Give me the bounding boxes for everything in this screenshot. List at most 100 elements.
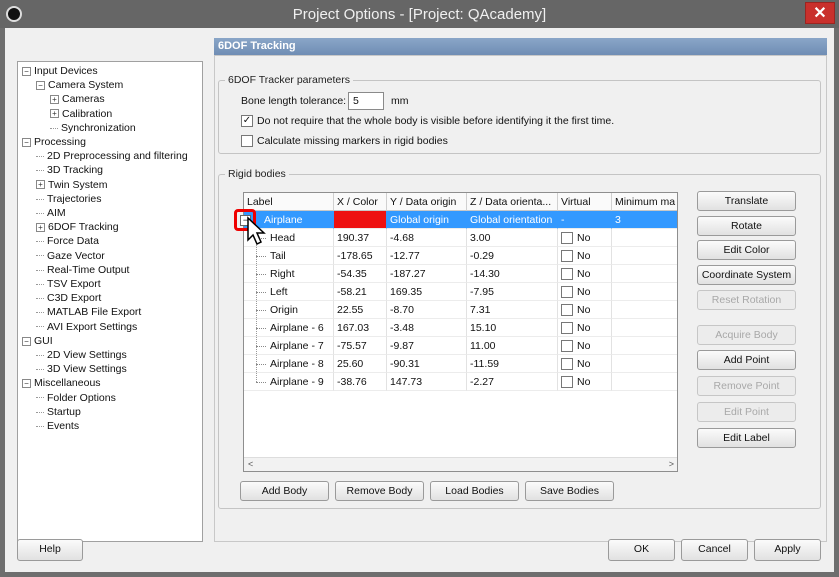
title-bar: Project Options - [Project: QAcademy] ✕ [0,0,839,28]
tree-item-label: C3D Export [47,292,102,305]
table-row[interactable]: Origin 22.55 -8.70 7.31 No [244,301,677,319]
tree-item[interactable]: Force Data [36,234,99,248]
add-body-button[interactable]: Add Body [240,481,329,501]
table-row[interactable]: Head 190.37 -4.68 3.00 No [244,229,677,247]
point-y-cell: -187.27 [387,265,467,283]
col-header-minimum[interactable]: Minimum ma [612,193,677,211]
tree-item[interactable]: 3D View Settings [36,362,127,376]
tree-item[interactable]: Synchronization [50,121,136,135]
virtual-checkbox[interactable] [561,322,573,335]
expand-icon[interactable]: + [50,109,59,119]
collapse-icon[interactable]: − [22,379,31,389]
tree-item[interactable]: − Input Devices [22,64,98,78]
expand-icon[interactable]: + [50,95,59,105]
tree-item[interactable]: + Calibration [50,107,112,121]
virtual-checkbox[interactable] [561,304,573,317]
tree-item[interactable]: +6DOF Tracking [36,220,119,234]
tree-item[interactable]: Gaze Vector [36,249,105,263]
table-row[interactable]: Left -58.21 169.35 -7.95 No [244,283,677,301]
table-row[interactable]: Airplane - 9 -38.76 147.73 -2.27 No [244,373,677,391]
bone-length-input[interactable]: 5 [348,92,384,110]
opt-calc-missing-checkbox[interactable] [241,135,253,147]
virtual-checkbox[interactable] [561,340,573,353]
expand-icon[interactable]: + [36,222,45,232]
collapse-icon[interactable]: − [22,137,31,147]
table-row[interactable]: Airplane - 7 -75.57 -9.87 11.00 No [244,337,677,355]
remove-point-button[interactable]: Remove Point [697,376,796,396]
collapse-icon[interactable]: − [22,336,31,346]
tree-item[interactable]: 2D Preprocessing and filtering [36,149,188,163]
point-x-cell: 167.03 [334,319,387,337]
edit-color-button[interactable]: Edit Color [697,240,796,260]
col-header-virtual[interactable]: Virtual [558,193,612,211]
tree-item[interactable]: − Processing [22,135,86,149]
tree-item[interactable]: − GUI [22,334,53,348]
help-button[interactable]: Help [17,539,83,561]
point-y-cell: -12.77 [387,247,467,265]
tree-item[interactable]: Real-Time Output [36,263,129,277]
point-min-cell [612,229,677,247]
virtual-checkbox[interactable] [561,286,573,299]
tree-item[interactable]: − Camera System [36,78,123,92]
tree-item[interactable]: Trajectories [36,192,101,206]
remove-body-button[interactable]: Remove Body [335,481,424,501]
table-row[interactable]: Right -54.35 -187.27 -14.30 No [244,265,677,283]
translate-button[interactable]: Translate [697,191,796,211]
tree-item[interactable]: AVI Export Settings [36,320,137,334]
horizontal-scrollbar[interactable]: < > [244,457,677,471]
virtual-checkbox[interactable] [561,250,573,263]
scroll-right-icon[interactable]: > [669,459,674,469]
add-point-button[interactable]: Add Point [697,350,796,370]
tree-item[interactable]: + Cameras [50,92,105,106]
table-row-body[interactable]: Airplane Global origin Global orientatio… [244,211,677,229]
virtual-checkbox[interactable] [561,358,573,371]
reset-rotation-button[interactable]: Reset Rotation [697,290,796,310]
project-options-window: Project Options - [Project: QAcademy] ✕ … [0,0,839,577]
mouse-cursor-icon [247,216,266,246]
load-bodies-button[interactable]: Load Bodies [430,481,519,501]
scroll-left-icon[interactable]: < [248,459,253,469]
tree-item[interactable]: Events [36,419,79,433]
acquire-body-button[interactable]: Acquire Body [697,325,796,345]
tree-item[interactable]: + Twin System [36,178,108,192]
rotate-button[interactable]: Rotate [697,216,796,236]
table-row[interactable]: Airplane - 6 167.03 -3.48 15.10 No [244,319,677,337]
tree-item[interactable]: 2D View Settings [36,348,127,362]
save-bodies-button[interactable]: Save Bodies [525,481,614,501]
tree-item[interactable]: Folder Options [36,391,116,405]
tree-item[interactable]: 3D Tracking [36,163,103,177]
tree-item[interactable]: AIM [36,206,66,220]
col-header-x[interactable]: X / Color [334,193,387,211]
edit-point-button[interactable]: Edit Point [697,402,796,422]
virtual-checkbox[interactable] [561,268,573,281]
cancel-button[interactable]: Cancel [681,539,748,561]
options-tree[interactable]: − Input Devices − Camera System + Cameras + Cal… [17,61,203,542]
col-header-z[interactable]: Z / Data orienta... [467,193,558,211]
tree-item[interactable]: − Miscellaneous [22,376,101,390]
tree-item[interactable]: TSV Export [36,277,101,291]
apply-button[interactable]: Apply [754,539,821,561]
opt-not-require-visible-checkbox[interactable]: ✓ [241,115,253,127]
point-virtual-cell: No [558,229,612,247]
collapse-icon[interactable]: − [36,80,45,90]
col-header-y[interactable]: Y / Data origin [387,193,467,211]
point-x-cell: 22.55 [334,301,387,319]
point-virtual-cell: No [558,373,612,391]
table-row[interactable]: Tail -178.65 -12.77 -0.29 No [244,247,677,265]
virtual-value: No [577,232,591,244]
virtual-checkbox[interactable] [561,376,573,389]
close-icon[interactable]: ✕ [805,2,835,24]
collapse-icon[interactable]: − [22,66,31,76]
rigid-bodies-table[interactable]: Label X / Color Y / Data origin Z / Data… [243,192,678,472]
col-header-label[interactable]: Label [244,193,334,211]
body-color-cell[interactable] [334,211,387,229]
edit-label-button[interactable]: Edit Label [697,428,796,448]
expand-icon[interactable]: + [36,180,45,190]
table-row[interactable]: Airplane - 8 25.60 -90.31 -11.59 No [244,355,677,373]
tree-item[interactable]: Startup [36,405,81,419]
virtual-checkbox[interactable] [561,232,573,245]
ok-button[interactable]: OK [608,539,675,561]
coordinate-system-button[interactable]: Coordinate System [697,265,796,285]
tree-item[interactable]: C3D Export [36,291,101,305]
tree-item[interactable]: MATLAB File Export [36,305,141,319]
